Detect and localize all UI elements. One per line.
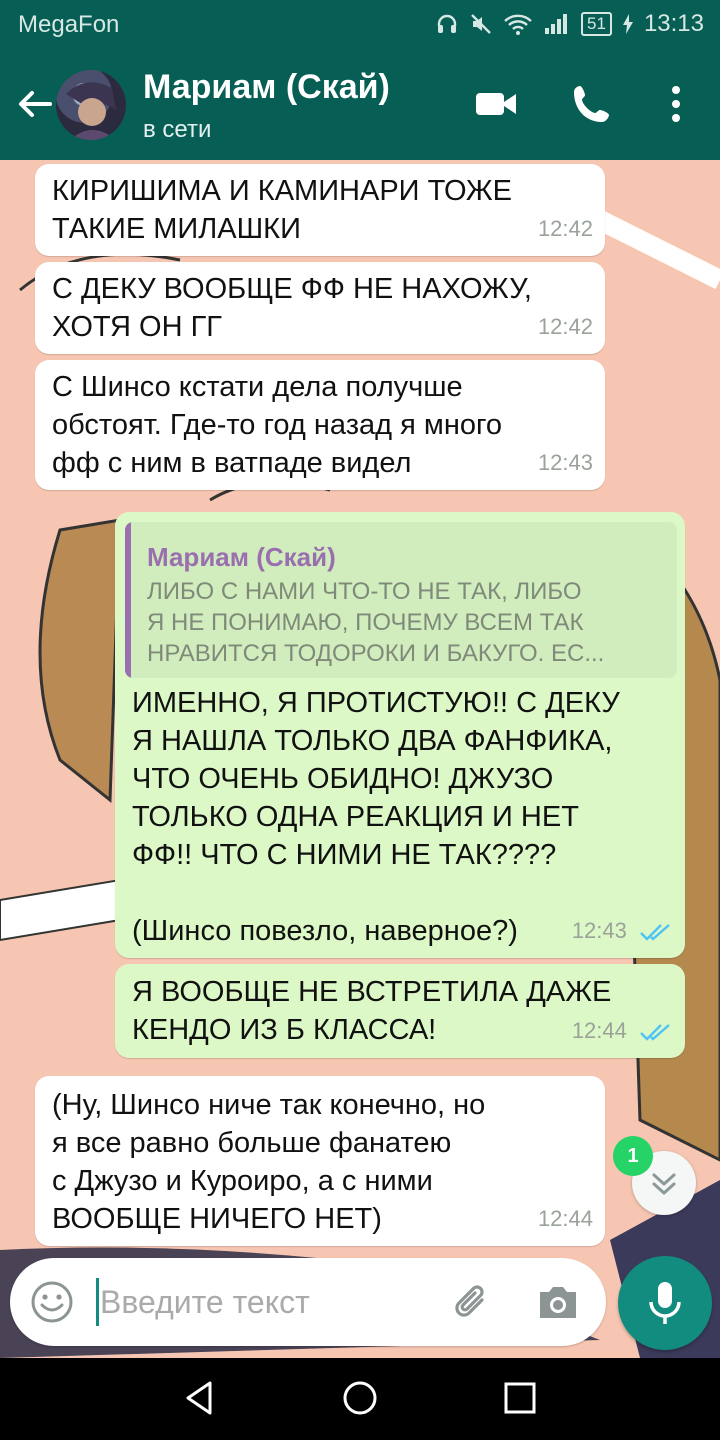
quote-accent-bar — [125, 522, 131, 678]
nav-recents-icon[interactable] — [502, 1380, 538, 1416]
message-text-line: я все равно больше фанатею — [52, 1127, 452, 1159]
nav-back-icon[interactable] — [180, 1378, 220, 1418]
quote-author: Мариам (Скай) — [147, 542, 336, 572]
message-text-line: ВООБЩЕ НИЧЕГО НЕТ) — [52, 1203, 382, 1235]
message-text-line: (Ну, Шинсо ниче так конечно, но — [52, 1089, 486, 1121]
message-body: ИМЕННО, Я ПРОТИСТУЮ!! С ДЕКУ Я НАШЛА ТОЛ… — [132, 684, 672, 950]
quote-text-line: Я НЕ ПОНИМАЮ, ПОЧЕМУ ВСЕМ ТАК — [147, 609, 584, 636]
chat-header: Мариам (Скай) в сети — [0, 48, 720, 160]
message-text-line — [132, 874, 672, 912]
message-text-line: ТОЛЬКО ОДНА РЕАКЦИЯ И НЕТ — [132, 801, 579, 833]
read-receipt-icon — [640, 1024, 670, 1041]
message-meta: 12:44 — [572, 1012, 673, 1050]
message-outgoing[interactable]: Я ВООБЩЕ НЕ ВСТРЕТИЛА ДАЖЕ КЕНДО ИЗ Б КЛ… — [115, 964, 685, 1058]
message-time: 12:42 — [537, 314, 593, 339]
more-vert-icon[interactable] — [652, 80, 700, 128]
quote-text: ЛИБО С НАМИ ЧТО-ТО НЕ ТАК, ЛИБО Я НЕ ПОН… — [147, 576, 667, 669]
message-time: 12:42 — [537, 216, 593, 241]
charging-icon — [622, 14, 633, 34]
wifi-icon — [504, 14, 532, 35]
message-incoming[interactable]: КИРИШИМА И КАМИНАРИ ТОЖЕ ТАКИЕ МИЛАШКИ 1… — [35, 164, 605, 256]
nav-home-icon[interactable] — [340, 1378, 380, 1418]
message-text-line: Я ВООБЩЕ НЕ ВСТРЕТИЛА ДАЖЕ — [132, 976, 612, 1008]
message-composer — [10, 1258, 606, 1346]
message-text-line: фф с ним в ватпаде видел — [52, 447, 412, 479]
clock: 13:13 — [643, 10, 704, 37]
message-text-line: ТАКИЕ МИЛАШКИ — [52, 213, 301, 245]
message-text-line: С ДЕКУ ВООБЩЕ ФФ НЕ НАХОЖУ, — [52, 273, 532, 305]
message-text-line: ФФ!! ЧТО С НИМИ НЕ ТАК???? — [132, 839, 557, 871]
message-meta: 12:43 — [572, 912, 673, 950]
message-incoming[interactable]: С Шинсо кстати дела получше обстоят. Где… — [35, 360, 605, 490]
quote-text-line: ЛИБО С НАМИ ЧТО-ТО НЕ ТАК, ЛИБО — [147, 578, 582, 605]
message-text-line: КИРИШИМА И КАМИНАРИ ТОЖЕ — [52, 175, 513, 207]
text-cursor — [96, 1278, 99, 1326]
message-incoming[interactable]: С ДЕКУ ВООБЩЕ ФФ НЕ НАХОЖУ, ХОТЯ ОН ГГ 1… — [35, 262, 605, 354]
avatar-image — [66, 82, 116, 140]
contact-name[interactable]: Мариам (Скай) — [143, 68, 390, 107]
message-time: 12:44 — [571, 1018, 627, 1043]
signal-icon — [545, 14, 568, 34]
message-incoming[interactable]: (Ну, Шинсо ниче так конечно, но я все ра… — [35, 1076, 605, 1246]
status-bar: MegaFon 51 13:13 — [0, 0, 720, 48]
camera-icon[interactable] — [534, 1280, 582, 1324]
message-text-line: С Шинсо кстати дела получше — [52, 371, 463, 403]
status-icons: 51 13:13 — [435, 10, 704, 38]
unread-badge: 1 — [613, 1136, 653, 1176]
mute-icon — [471, 14, 491, 34]
message-input[interactable] — [100, 1280, 430, 1324]
message-text-line: с Джузо и Куроиро, а с ними — [52, 1165, 433, 1197]
message-text-line: ИМЕННО, Я ПРОТИСТУЮ!! С ДЕКУ — [132, 687, 620, 719]
chat-area[interactable]: КИРИШИМА И КАМИНАРИ ТОЖЕ ТАКИЕ МИЛАШКИ 1… — [0, 160, 720, 1358]
video-call-icon[interactable] — [472, 80, 520, 128]
system-nav-bar — [0, 1358, 720, 1440]
phone-icon[interactable] — [568, 80, 616, 128]
carrier-label: MegaFon — [18, 11, 120, 38]
mic-icon — [649, 1282, 681, 1324]
message-text-line: ЧТО ОЧЕНЬ ОБИДНО! ДЖУЗО — [132, 763, 554, 795]
message-text-line: Я НАШЛА ТОЛЬКО ДВА ФАНФИКА, — [132, 725, 613, 757]
message-outgoing[interactable]: Мариам (Скай) ЛИБО С НАМИ ЧТО-ТО НЕ ТАК,… — [115, 512, 685, 958]
attach-icon[interactable] — [448, 1278, 496, 1326]
quote-text-line: НРАВИТСЯ ТОДОРОКИ И БАКУГО. ЕС... — [147, 640, 605, 667]
avatar[interactable] — [56, 70, 126, 140]
message-text-line: обстоят. Где-то год назад я много — [52, 409, 503, 441]
message-time: 12:43 — [537, 450, 593, 475]
read-receipt-icon — [640, 924, 670, 941]
contact-status: в сети — [143, 116, 212, 143]
battery-indicator: 51 — [581, 12, 612, 36]
voice-message-button[interactable] — [618, 1256, 712, 1350]
message-time: 12:43 — [571, 918, 627, 943]
headphones-icon — [437, 14, 457, 33]
message-time: 12:44 — [537, 1206, 593, 1231]
message-text-line: ХОТЯ ОН ГГ — [52, 311, 222, 343]
back-arrow-icon[interactable] — [14, 84, 54, 124]
emoji-icon[interactable] — [30, 1280, 74, 1324]
quoted-message[interactable]: Мариам (Скай) ЛИБО С НАМИ ЧТО-ТО НЕ ТАК,… — [125, 522, 677, 678]
